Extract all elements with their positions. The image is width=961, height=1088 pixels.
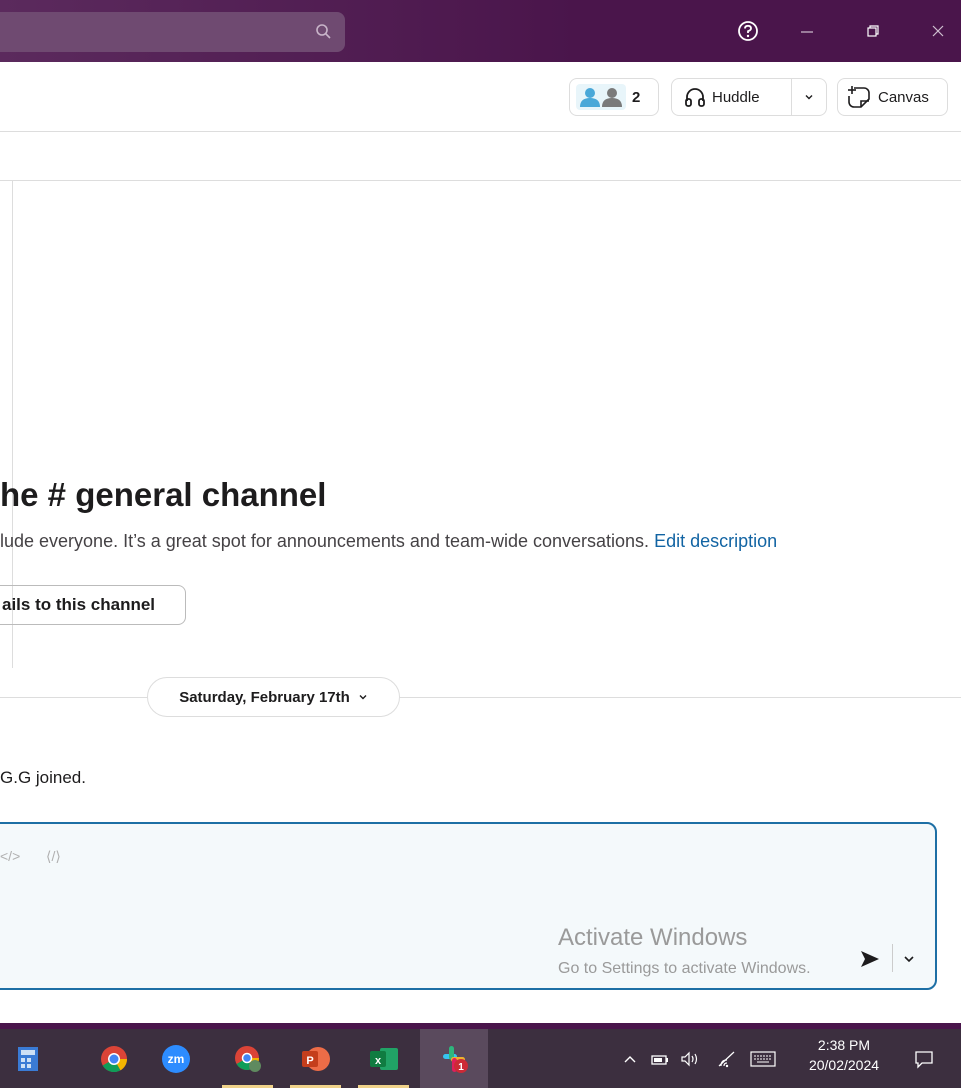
restore-icon: [867, 25, 879, 37]
members-button[interactable]: 2: [569, 78, 659, 116]
member-count: 2: [632, 88, 641, 106]
send-icon[interactable]: [858, 947, 882, 971]
code-format-button[interactable]: </>: [0, 848, 20, 864]
send-divider: [892, 944, 893, 972]
svg-text:P: P: [306, 1055, 313, 1067]
huddle-options-button[interactable]: [792, 79, 826, 115]
title-bar: [0, 0, 961, 62]
taskbar-excel[interactable]: x: [356, 1029, 411, 1088]
canvas-button[interactable]: Canvas: [837, 78, 948, 116]
chrome-profile-icon: [234, 1045, 261, 1072]
chevron-up-icon[interactable]: [622, 1051, 638, 1067]
clock-time: 2:38 PM: [817, 1037, 871, 1053]
wifi-icon[interactable]: [716, 1050, 738, 1068]
taskbar-slack[interactable]: 1: [420, 1029, 488, 1088]
clock-date: 20/02/2024: [808, 1057, 880, 1073]
channel-intro-description: lude everyone. It’s a great spot for ann…: [0, 531, 777, 552]
close-button[interactable]: [925, 18, 951, 44]
close-icon: [932, 25, 944, 37]
date-divider-button[interactable]: Saturday, February 17th: [147, 677, 400, 717]
canvas-label: Canvas: [878, 88, 929, 106]
restore-button[interactable]: [860, 18, 886, 44]
edit-description-link[interactable]: Edit description: [654, 531, 777, 551]
huddle-label: Huddle: [712, 88, 760, 106]
date-label: Saturday, February 17th: [179, 688, 350, 706]
chevron-down-icon: [805, 95, 813, 100]
huddle-button[interactable]: Huddle: [672, 79, 793, 115]
channel-intro-title: he # general channel: [0, 476, 327, 513]
date-divider-line: [0, 697, 961, 698]
canvas-add-icon: [848, 86, 870, 108]
taskbar-clock[interactable]: 2:38 PM 20/02/2024: [800, 1035, 888, 1075]
taskbar-calculator[interactable]: [0, 1029, 55, 1088]
description-text: lude everyone. It’s a great spot for ann…: [0, 531, 650, 551]
notification-icon: [915, 1050, 933, 1069]
code-block-format-button[interactable]: ⟨/⟩: [46, 848, 61, 865]
speaker-icon[interactable]: [680, 1051, 702, 1067]
huddle-button-group: Huddle: [671, 78, 827, 116]
taskbar-chrome-profile[interactable]: [220, 1029, 275, 1088]
search-bar[interactable]: [0, 12, 345, 52]
add-emails-button[interactable]: ails to this channel: [0, 585, 186, 625]
svg-text:zm: zm: [167, 1052, 184, 1066]
slack-icon: 1: [443, 1045, 468, 1073]
chrome-icon: [100, 1045, 127, 1072]
activate-windows-title: Activate Windows: [558, 924, 748, 951]
activate-windows-subtitle: Go to Settings to activate Windows.: [558, 960, 811, 977]
system-tray: [622, 1029, 776, 1088]
svg-text:x: x: [374, 1055, 381, 1067]
member-avatars: [576, 84, 626, 110]
channel-header: 2 Huddle Canvas: [0, 62, 961, 132]
calculator-icon: [17, 1046, 38, 1071]
notification-center[interactable]: [914, 1029, 934, 1088]
chevron-down-icon: [359, 695, 367, 700]
excel-icon: x: [369, 1047, 398, 1070]
zoom-icon: zm: [161, 1044, 190, 1073]
user-avatar-icon: [580, 88, 600, 107]
help-circle-icon: [738, 21, 758, 41]
svg-text:1: 1: [458, 1062, 464, 1073]
user-avatar-icon: [602, 88, 622, 107]
taskbar-powerpoint[interactable]: P: [288, 1029, 343, 1088]
headphones-icon: [685, 88, 705, 107]
keyboard-icon[interactable]: [750, 1050, 776, 1068]
powerpoint-icon: P: [301, 1046, 330, 1071]
taskbar-chrome[interactable]: [86, 1029, 141, 1088]
taskbar-zoom[interactable]: zm: [148, 1029, 203, 1088]
minimize-button[interactable]: [794, 18, 820, 44]
chevron-down-icon[interactable]: [900, 950, 918, 968]
search-icon: [316, 24, 331, 39]
channel-toolbar: [0, 132, 961, 181]
battery-icon[interactable]: [650, 1051, 670, 1067]
system-message: G.G joined.: [0, 768, 86, 787]
minimize-icon: [801, 31, 813, 33]
help-button[interactable]: [735, 18, 761, 44]
